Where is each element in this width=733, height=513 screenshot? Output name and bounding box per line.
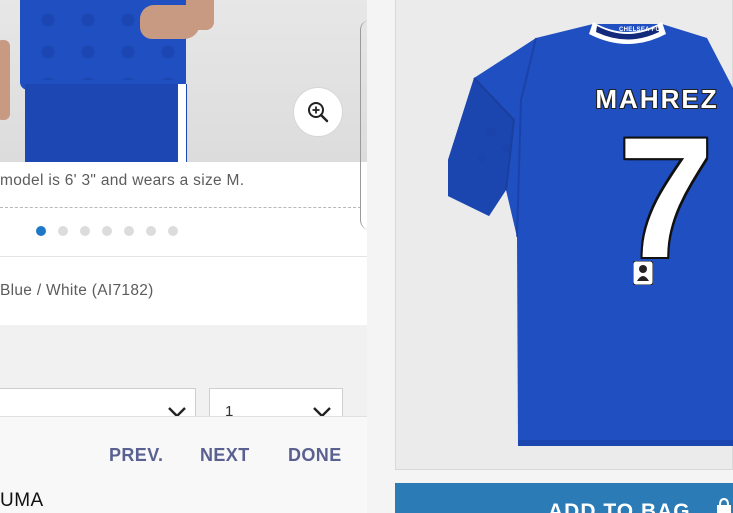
gallery-dot[interactable] [102,226,112,236]
divider [0,256,367,257]
add-to-bag-button[interactable]: ADD TO BAG [395,483,733,513]
app-root: model is 6' 3" and wears a size M. Blue … [0,0,733,513]
model-shorts-stripe [178,84,186,162]
picker-toolbar: PREV. NEXT DONE UMA [0,416,367,513]
gallery-dot[interactable] [80,226,90,236]
add-to-bag-label: ADD TO BAG [548,500,691,513]
color-code: Blue / White (AI7182) [0,282,154,299]
model-shorts [25,84,187,162]
zoom-button[interactable] [293,87,343,137]
bag-icon [717,497,731,513]
product-image[interactable]: CHELSEA FC MAHREZ 7 [395,0,733,470]
gallery-dot[interactable] [58,226,68,236]
model-arm [0,40,10,120]
zoom-in-icon [308,102,329,123]
product-image-panel: CHELSEA FC MAHREZ 7 ADD TO BAG [367,0,733,513]
product-details-panel: model is 6' 3" and wears a size M. Blue … [0,0,367,513]
gallery-dot[interactable] [146,226,156,236]
prev-button[interactable]: PREV. [109,445,163,466]
model-hand [140,5,200,39]
collar-text: CHELSEA FC [619,27,661,33]
model-caption: model is 6' 3" and wears a size M. [0,172,245,189]
gallery-dot[interactable] [124,226,134,236]
model-photo[interactable] [0,0,367,162]
brand-label: UMA [0,490,44,511]
model-caption-box: model is 6' 3" and wears a size M. [0,162,361,208]
premier-league-badge-icon [633,261,653,285]
next-button[interactable]: NEXT [200,445,250,466]
gallery-pagination[interactable] [36,226,178,238]
gallery-dot[interactable] [36,226,46,236]
gallery-dot[interactable] [168,226,178,236]
jersey-player-number: 7 [618,102,714,294]
panel-edge [360,20,367,230]
done-button[interactable]: DONE [288,445,342,466]
